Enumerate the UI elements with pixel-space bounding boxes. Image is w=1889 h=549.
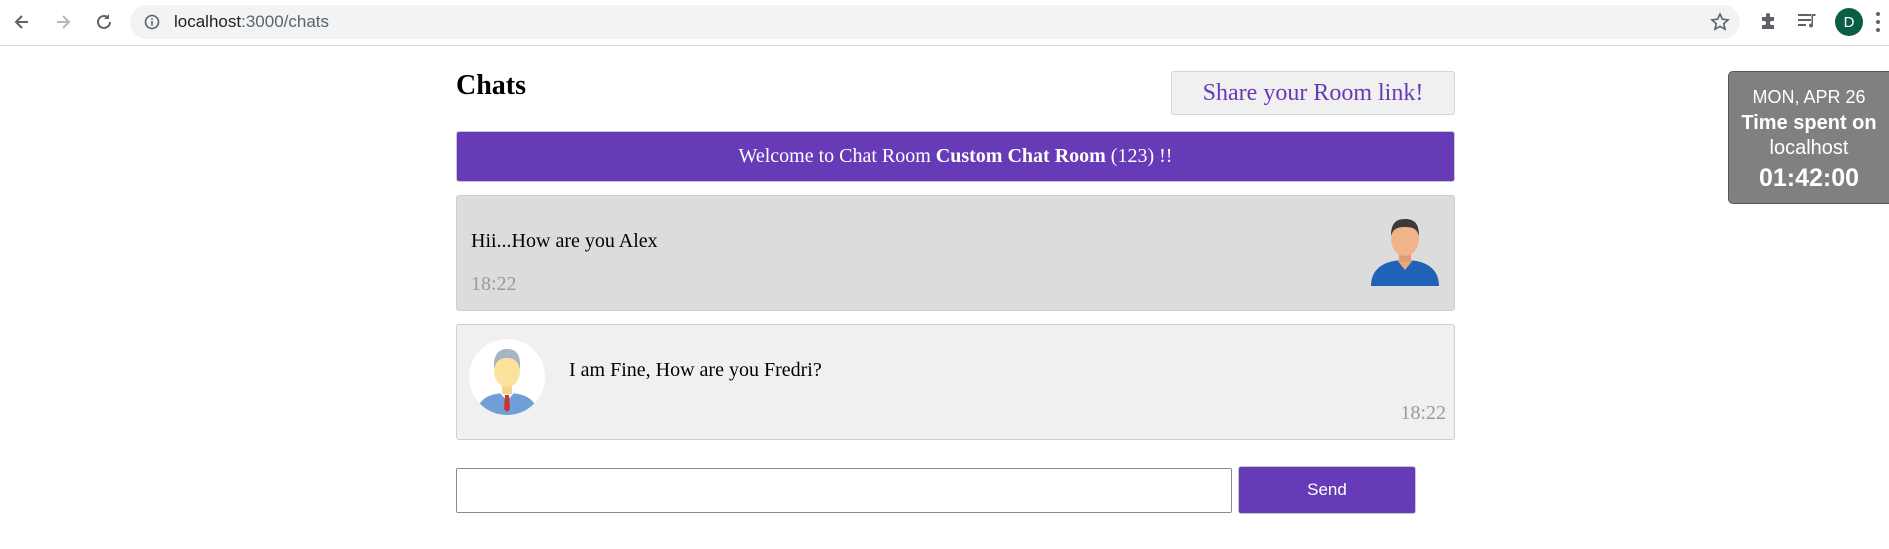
- reading-list-icon[interactable]: [1796, 10, 1818, 37]
- chat-message: I am Fine, How are you Fredri? 18:22: [456, 324, 1455, 440]
- time-tracker-widget: MON, APR 26 Time spent on localhost 01:4…: [1728, 71, 1889, 204]
- url-path: :3000/chats: [241, 12, 330, 31]
- profile-avatar[interactable]: D: [1835, 8, 1863, 36]
- send-button[interactable]: Send: [1238, 466, 1416, 514]
- room-name: Custom Chat Room: [935, 145, 1106, 167]
- welcome-banner: Welcome to Chat Room Custom Chat Room (1…: [456, 131, 1455, 182]
- message-timestamp: 18:22: [1400, 402, 1446, 424]
- url-host: localhost: [174, 12, 242, 31]
- message-input[interactable]: [456, 468, 1232, 513]
- chat-message: Hii...How are you Alex 18:22: [456, 195, 1455, 311]
- arrow-left-icon: [14, 15, 28, 29]
- info-icon[interactable]: [144, 14, 160, 35]
- arrow-right-icon: [57, 15, 71, 29]
- forward-button[interactable]: [49, 8, 77, 36]
- share-room-link-button[interactable]: Share your Room link!: [1171, 71, 1455, 115]
- url-text: localhost:3000/chats: [174, 5, 329, 39]
- extensions-puzzle-icon[interactable]: [1758, 10, 1780, 37]
- message-text: I am Fine, How are you Fredri?: [569, 359, 822, 381]
- page-title: Chats: [456, 70, 527, 101]
- timer-date: MON, APR 26: [1752, 87, 1866, 107]
- welcome-suffix: (123) !!: [1110, 145, 1173, 167]
- timer-label: Time spent on: [1741, 112, 1877, 134]
- bookmark-star-icon[interactable]: [1710, 12, 1730, 37]
- message-timestamp: 18:22: [471, 273, 517, 295]
- browser-toolbar: localhost:3000/chats D: [0, 0, 1889, 46]
- user-avatar-man-icon: [1371, 219, 1439, 286]
- timer-site: localhost: [1769, 137, 1849, 159]
- back-button[interactable]: [8, 8, 36, 36]
- message-text: Hii...How are you Alex: [471, 230, 658, 252]
- reload-icon: [97, 14, 111, 29]
- welcome-prefix: Welcome to Chat Room: [738, 145, 931, 167]
- reload-button[interactable]: [90, 8, 118, 36]
- user-avatar-businessman-icon: [469, 339, 545, 415]
- address-bar[interactable]: localhost:3000/chats: [130, 5, 1740, 39]
- timer-elapsed: 01:42:00: [1758, 164, 1860, 192]
- browser-menu-icon[interactable]: [1876, 10, 1882, 34]
